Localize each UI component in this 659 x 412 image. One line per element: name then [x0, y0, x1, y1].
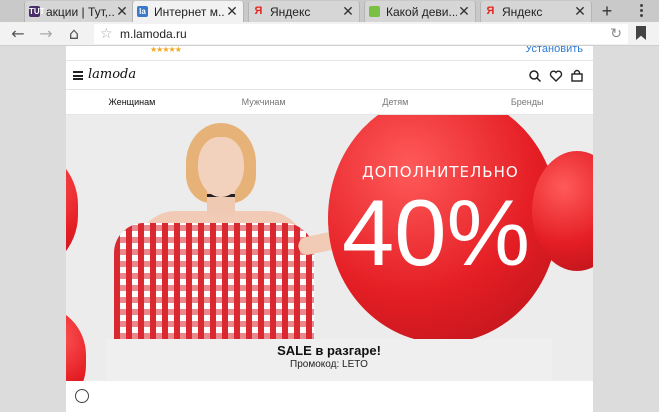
url-text[interactable]: m.lamoda.ru: [120, 27, 187, 41]
sale-title: SALE в разгаре!: [277, 343, 381, 358]
browser-tab-bar: TUT акции | Тут,... ✕ la Интернет м... ✕…: [0, 0, 659, 22]
discount-value: 40%: [342, 180, 531, 285]
discount-label: ДОПОЛНИТЕЛЬНО: [362, 163, 519, 181]
lamoda-favicon-icon: la: [137, 6, 148, 17]
site-favicon-icon: [369, 6, 380, 17]
close-icon[interactable]: ✕: [457, 3, 471, 20]
next-section-row: [66, 381, 593, 412]
balloon-left: [66, 145, 78, 275]
forward-icon[interactable]: →: [36, 24, 56, 44]
tab-lamoda[interactable]: la Интернет м... ✕: [132, 1, 244, 22]
app-install-strip: ★★★★★ Установить: [66, 46, 593, 60]
close-icon[interactable]: ✕: [573, 3, 587, 20]
back-icon[interactable]: ←: [8, 24, 28, 44]
close-icon[interactable]: ✕: [115, 3, 129, 20]
install-link[interactable]: Установить: [525, 46, 583, 55]
tab-title: Яндекс: [502, 4, 543, 19]
browser-menu-icon[interactable]: [634, 3, 648, 19]
tab-yandex-1[interactable]: Я Яндекс ✕: [248, 1, 360, 22]
promo-code: Промокод: LETO: [290, 359, 368, 370]
tab-title: акции | Тут,...: [46, 4, 115, 19]
close-icon[interactable]: ✕: [225, 3, 239, 20]
site-logo[interactable]: lamoda: [88, 67, 136, 82]
browser-toolbar: ← → ⌂ ☆ m.lamoda.ru ↻: [0, 22, 659, 46]
site-header: lamoda: [66, 60, 593, 90]
category-nav: Женщинам Мужчинам Детям Бренды: [66, 90, 593, 115]
heart-icon[interactable]: [549, 69, 563, 83]
tab-yandex-2[interactable]: Я Яндекс ✕: [480, 1, 592, 22]
reload-icon[interactable]: ↻: [610, 25, 622, 43]
tab-title: Какой деви...: [386, 4, 457, 19]
bookmarks-icon[interactable]: [636, 26, 646, 40]
tab-title: Интернет м...: [154, 4, 225, 19]
yandex-favicon-icon: Я: [486, 5, 495, 17]
web-page: ★★★★★ Установить lamoda Женщинам Мужчина…: [66, 46, 593, 412]
nav-item-brands[interactable]: Бренды: [461, 90, 593, 114]
nav-item-women[interactable]: Женщинам: [66, 90, 198, 114]
nav-item-men[interactable]: Мужчинам: [198, 90, 330, 114]
shopping-bag-icon[interactable]: [570, 69, 584, 83]
tut-favicon-icon: TUT: [29, 6, 45, 17]
radio-icon[interactable]: [75, 389, 89, 403]
bookmark-star-icon[interactable]: ☆: [100, 25, 113, 43]
home-icon[interactable]: ⌂: [64, 24, 84, 44]
tab-title: Яндекс: [270, 4, 311, 19]
hamburger-menu-icon[interactable]: [73, 71, 83, 80]
close-icon[interactable]: ✕: [341, 3, 355, 20]
tab-tut[interactable]: TUT акции | Тут,... ✕: [24, 1, 134, 22]
nav-item-kids[interactable]: Детям: [330, 90, 462, 114]
yandex-favicon-icon: Я: [254, 5, 263, 17]
rating-stars-icon: ★★★★★: [150, 46, 182, 54]
tab-kakoi-devi[interactable]: Какой деви... ✕: [364, 1, 476, 22]
sale-caption: SALE в разгаре! Промокод: LETO: [106, 339, 552, 381]
search-icon[interactable]: [528, 69, 542, 83]
model-face: [198, 137, 244, 197]
new-tab-button[interactable]: +: [596, 1, 618, 21]
address-bar[interactable]: ☆ m.lamoda.ru ↻: [94, 24, 628, 44]
promo-banner[interactable]: ДОПОЛНИТЕЛЬНО 40% SALE в разгаре! Промок…: [66, 115, 593, 412]
